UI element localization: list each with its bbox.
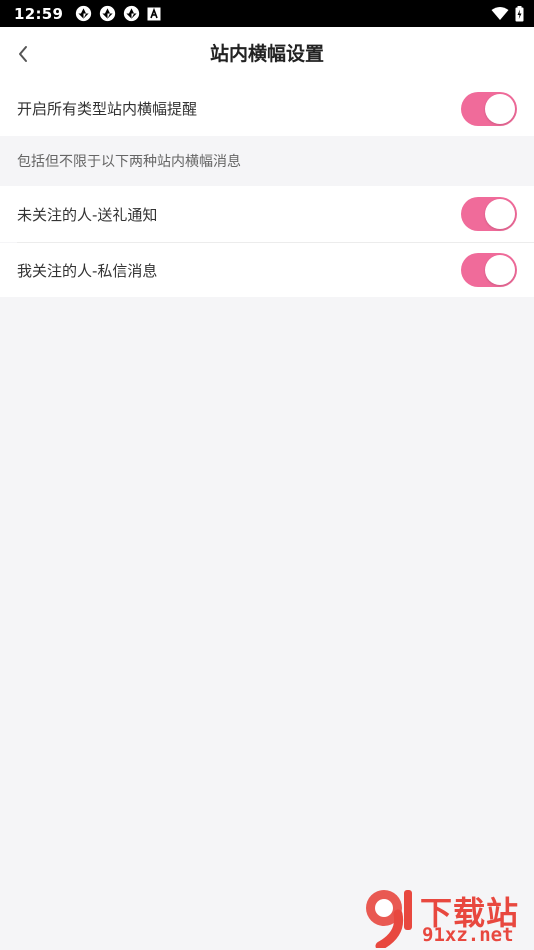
status-time: 12:59: [14, 4, 64, 23]
toggle-gift-notification[interactable]: [461, 197, 517, 231]
section-note: 包括但不限于以下两种站内横幅消息: [0, 136, 534, 186]
setting-row-gift-notification: 未关注的人-送礼通知: [0, 186, 534, 242]
battery-charging-icon: [515, 5, 524, 21]
toggle-all-banners[interactable]: [461, 91, 517, 126]
status-bar: 12:59: [0, 0, 534, 27]
wifi-icon: [491, 6, 509, 20]
watermark-url: 91xz.net: [422, 924, 514, 946]
toggle-knob: [485, 93, 515, 124]
setting-label-gift-notification: 未关注的人-送礼通知: [17, 205, 158, 224]
aperture-icon: [124, 5, 140, 22]
notification-icons: [75, 5, 161, 22]
system-icons: [491, 5, 524, 22]
setting-label-private-message: 我关注的人-私信消息: [17, 261, 158, 280]
toggle-private-message[interactable]: [461, 253, 517, 287]
header: 站内横幅设置: [0, 27, 534, 81]
page-title: 站内横幅设置: [209, 43, 324, 65]
toggle-knob: [485, 199, 515, 229]
watermark-logo-icon: [366, 890, 412, 948]
toggle-knob: [485, 255, 515, 285]
aperture-icon: [76, 5, 92, 22]
setting-row-private-message: 我关注的人-私信消息: [0, 243, 534, 297]
aperture-icon: [100, 5, 116, 22]
font-a-icon: [147, 7, 161, 20]
setting-row-all-banners: 开启所有类型站内横幅提醒: [0, 81, 534, 136]
watermark: 下载站 91xz.net: [358, 884, 528, 950]
setting-label-all-banners: 开启所有类型站内横幅提醒: [17, 100, 198, 118]
